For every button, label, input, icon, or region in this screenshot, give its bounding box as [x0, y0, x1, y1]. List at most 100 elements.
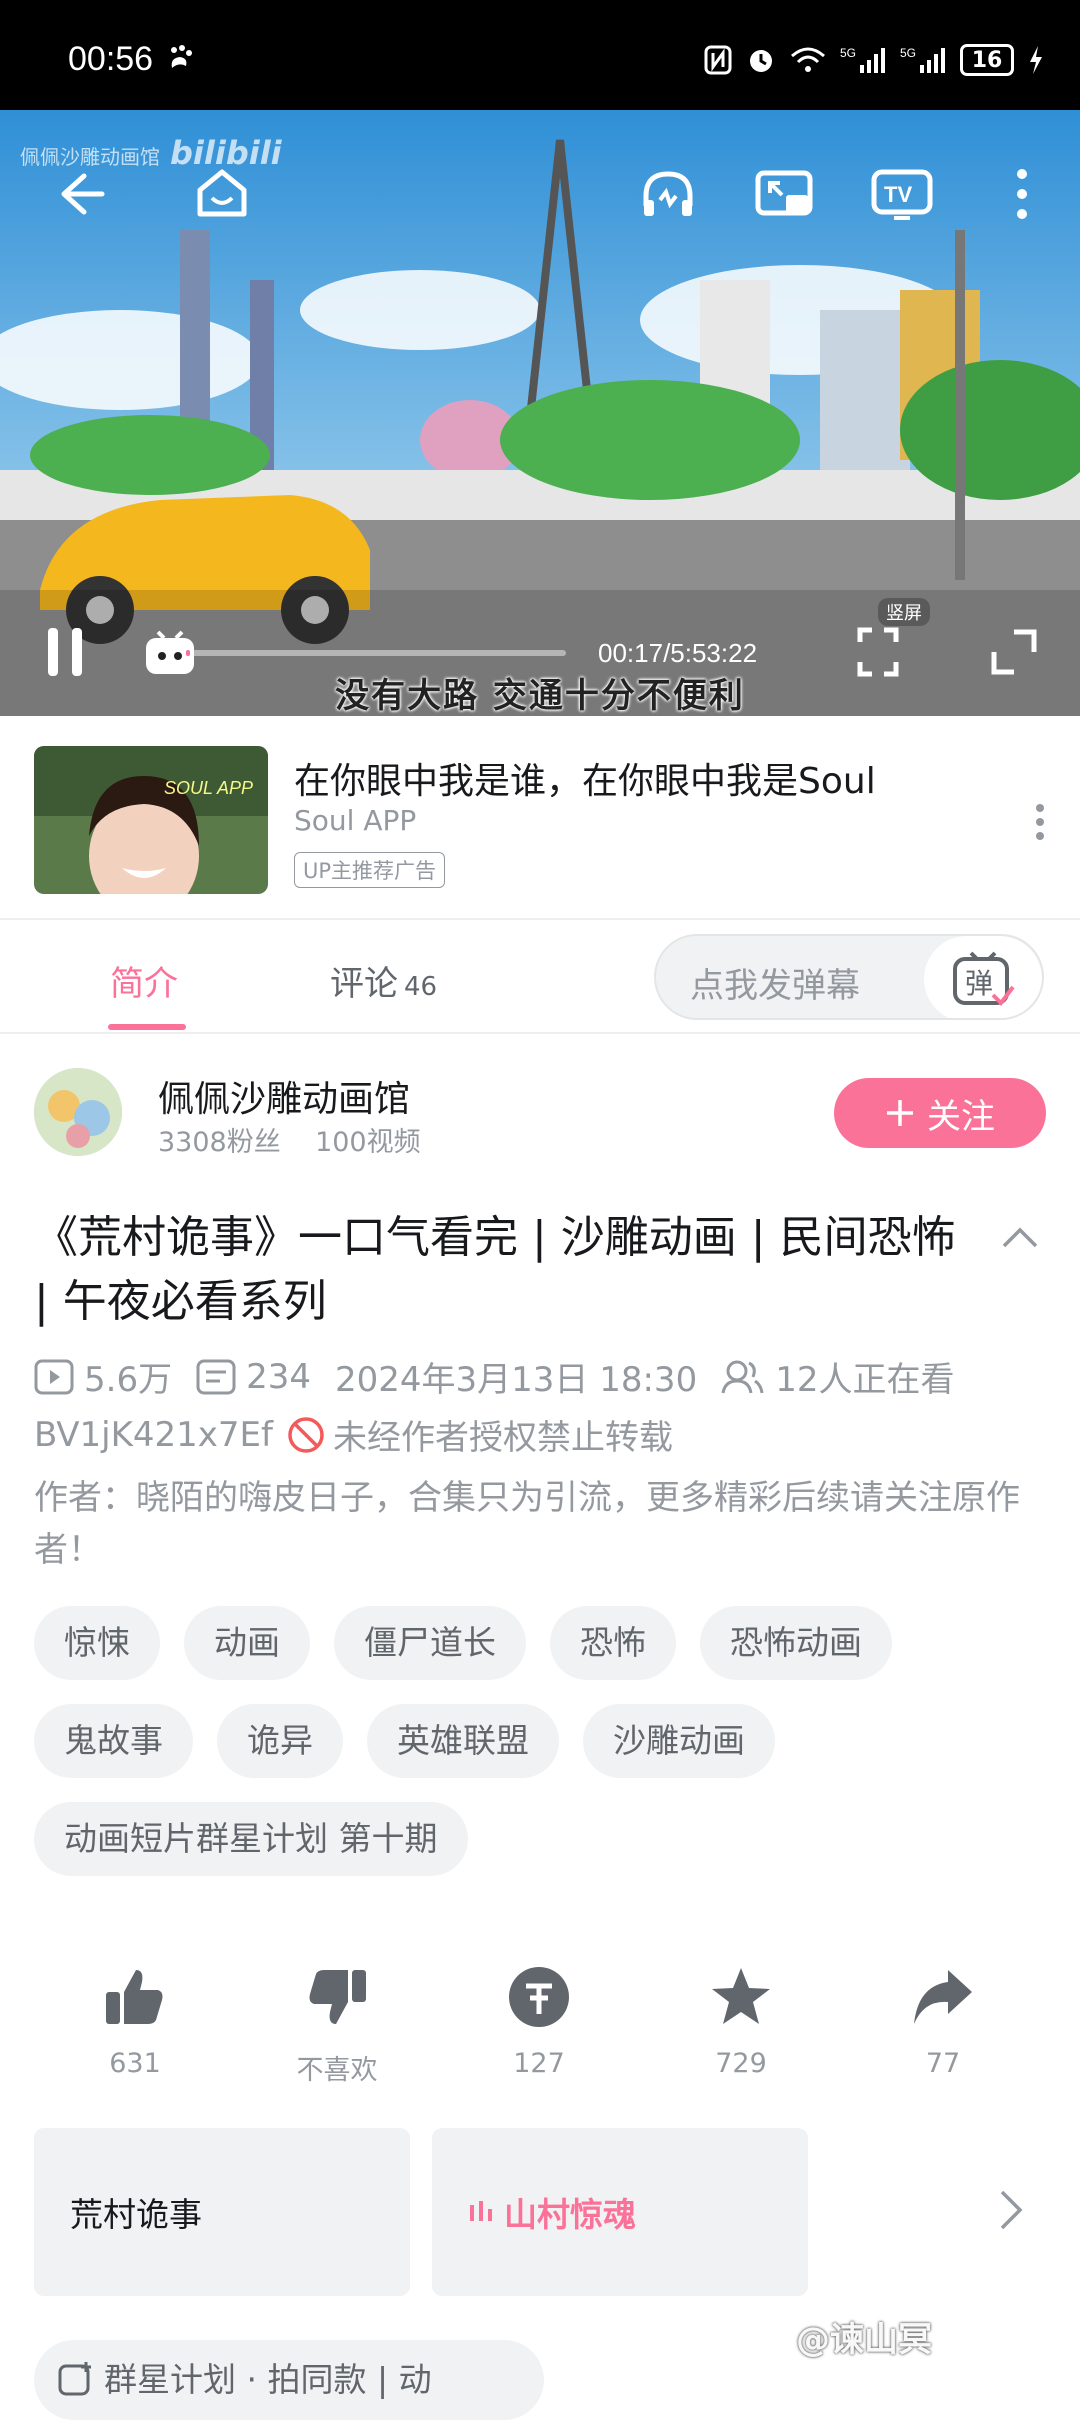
- video-description: 作者：晓陌的嗨皮日子，合集只为引流，更多精彩后续请关注原作者！: [34, 1478, 1020, 1570]
- back-arrow-icon: [61, 173, 105, 215]
- thumbs-down-icon: [309, 1970, 366, 2024]
- more-menu-button[interactable]: [986, 158, 1058, 230]
- tag-item[interactable]: 恐怖动画: [700, 1606, 892, 1680]
- video-meta: 5.6万 234 2024年3月13日 18:30 12人正在看: [34, 1352, 954, 1401]
- share-button[interactable]: 77: [873, 1964, 1013, 2079]
- series-item-2[interactable]: 山村惊魂: [432, 2128, 808, 2296]
- share-count: 77: [925, 2048, 961, 2079]
- copyright-notice: 未经作者授权禁止转载: [333, 1418, 674, 1458]
- tag-item[interactable]: 僵尸道长: [334, 1606, 526, 1680]
- content-tabs: 简介 评论 46 点我发弹幕 弹: [0, 920, 1080, 1034]
- playback-time: 00:17/5:53:22: [598, 638, 758, 668]
- uploader-row: 佩佩沙雕动画馆 3308粉丝 100视频 关注: [0, 1036, 1080, 1196]
- svg-text:5G: 5G: [900, 46, 916, 60]
- favorite-count: 729: [715, 2048, 767, 2079]
- home-icon: [197, 169, 247, 217]
- tab-intro[interactable]: 简介: [110, 956, 178, 1005]
- paw-icon: [171, 45, 192, 68]
- battery-level: 16: [971, 47, 1003, 73]
- ad-image: SOUL APP: [34, 746, 268, 894]
- status-bar: 00:56 5G 5G 16: [0, 0, 1080, 110]
- coin-button[interactable]: 127: [469, 1964, 609, 2079]
- svg-text:5G: 5G: [840, 46, 856, 60]
- video-player[interactable]: 佩佩沙雕动画馆 bilibili TV 00:17/5:53:22 竖屏 没有大路…: [0, 110, 1080, 716]
- like-button[interactable]: 631: [65, 1964, 205, 2079]
- favorite-button[interactable]: 729: [671, 1964, 811, 2079]
- danmaku-count-icon: [196, 1359, 236, 1394]
- signal-5g-icon: 5G: [900, 46, 945, 73]
- star-icon: [712, 1968, 770, 2024]
- more-vertical-icon: [1017, 169, 1027, 219]
- ad-title[interactable]: 在你眼中我是谁，在你眼中我是Soul: [294, 752, 876, 804]
- tag-item[interactable]: 英雄联盟: [367, 1704, 559, 1778]
- progress-bar[interactable]: [186, 650, 566, 656]
- progress-fill: [186, 650, 190, 656]
- tag-item[interactable]: 恐怖: [550, 1606, 676, 1680]
- tab-comments[interactable]: 评论 46: [330, 956, 437, 1005]
- activity-icon: [58, 2362, 91, 2396]
- play-count-icon: [34, 1359, 74, 1394]
- plus-icon: [887, 1100, 913, 1126]
- publish-date: 2024年3月13日 18:30: [334, 1360, 698, 1400]
- tv-icon: TV: [871, 169, 933, 220]
- ad-advertiser: Soul APP: [294, 804, 417, 837]
- danmaku-icon: 弹: [953, 951, 1015, 1007]
- action-bar: 631 不喜欢 127 729 77: [0, 1964, 1080, 2104]
- tag-item[interactable]: 沙雕动画: [583, 1704, 775, 1778]
- uploader-fans: 3308粉丝: [158, 1127, 281, 1158]
- home-button[interactable]: [186, 158, 258, 230]
- share-arrow-icon: [914, 1970, 972, 2024]
- nfc-icon: [704, 45, 732, 75]
- ad-more-icon[interactable]: [1030, 802, 1050, 842]
- bvid[interactable]: BV1jK421x7Ef: [34, 1415, 273, 1455]
- video-meta-2: BV1jK421x7Ef 未经作者授权禁止转载: [34, 1410, 673, 1459]
- tab-indicator: [108, 1024, 186, 1030]
- tag-item[interactable]: 动画: [184, 1606, 310, 1680]
- uploader-stats: 3308粉丝 100视频: [158, 1120, 421, 1159]
- ad-thumbnail[interactable]: SOUL APP: [34, 746, 268, 894]
- ad-card[interactable]: SOUL APP 在你眼中我是谁，在你眼中我是Soul Soul APP UP主…: [0, 716, 1080, 920]
- back-button[interactable]: [44, 158, 116, 230]
- svg-text:弹: 弹: [965, 967, 993, 1000]
- tag-item[interactable]: 鬼故事: [34, 1704, 193, 1778]
- audio-mode-button[interactable]: [632, 158, 704, 230]
- tag-item[interactable]: 惊悚: [34, 1606, 160, 1680]
- alarm-icon: [750, 50, 772, 72]
- ad-badge: UP主推荐广告: [294, 852, 446, 888]
- chevron-right-icon[interactable]: [996, 2188, 1026, 2232]
- status-time: 00:56: [68, 40, 154, 78]
- follow-button[interactable]: 关注: [834, 1078, 1046, 1148]
- avatar[interactable]: [34, 1068, 122, 1156]
- status-icons: 5G 5G 16: [704, 44, 1044, 76]
- signal-5g-icon: 5G: [840, 46, 885, 73]
- playing-bars-icon: [470, 2201, 492, 2221]
- series-item-1[interactable]: 荒村诡事: [34, 2128, 410, 2296]
- tag-list: 惊悚 动画 僵尸道长 恐怖 恐怖动画 鬼故事 诡异 英雄联盟 沙雕动画 动画短片…: [34, 1606, 1054, 1876]
- dislike-label: 不喜欢: [296, 2055, 378, 2086]
- headphones-icon: [643, 171, 693, 216]
- screenshot-watermark: @谏山冥: [796, 2320, 932, 2360]
- related-activity-pill[interactable]: 群星计划 · 拍同款 | 动: [34, 2340, 544, 2420]
- tag-item[interactable]: 动画短片群星计划 第十期: [34, 1802, 468, 1876]
- small-window-button[interactable]: [748, 158, 820, 230]
- danmaku-placeholder: 点我发弹幕: [690, 966, 860, 1006]
- danmaku-count: 234: [246, 1356, 311, 1397]
- tag-item[interactable]: 诡异: [217, 1704, 343, 1778]
- wifi-icon: [791, 47, 825, 72]
- danmaku-input[interactable]: 点我发弹幕 弹: [654, 934, 1044, 1020]
- watching-count: 12人正在看: [775, 1360, 955, 1400]
- video-subtitle: 没有大路 交通十分不便利: [335, 676, 745, 716]
- cast-tv-button[interactable]: TV: [866, 158, 938, 230]
- uploader-name[interactable]: 佩佩沙雕动画馆: [158, 1070, 410, 1122]
- chevron-up-icon[interactable]: [1000, 1218, 1040, 1258]
- ad-thumb-text: SOUL APP: [164, 778, 253, 798]
- no-repost-icon: [288, 1416, 324, 1453]
- picture-in-picture-icon: [755, 170, 813, 216]
- watching-icon: [721, 1360, 764, 1393]
- view-count: 5.6万: [84, 1360, 173, 1400]
- coin-icon: [509, 1967, 569, 2027]
- svg-text:TV: TV: [884, 182, 912, 207]
- danmaku-settings-button[interactable]: 弹: [924, 936, 1042, 1018]
- uploader-videos: 100视频: [315, 1127, 421, 1158]
- dislike-button[interactable]: 不喜欢: [267, 1964, 407, 2087]
